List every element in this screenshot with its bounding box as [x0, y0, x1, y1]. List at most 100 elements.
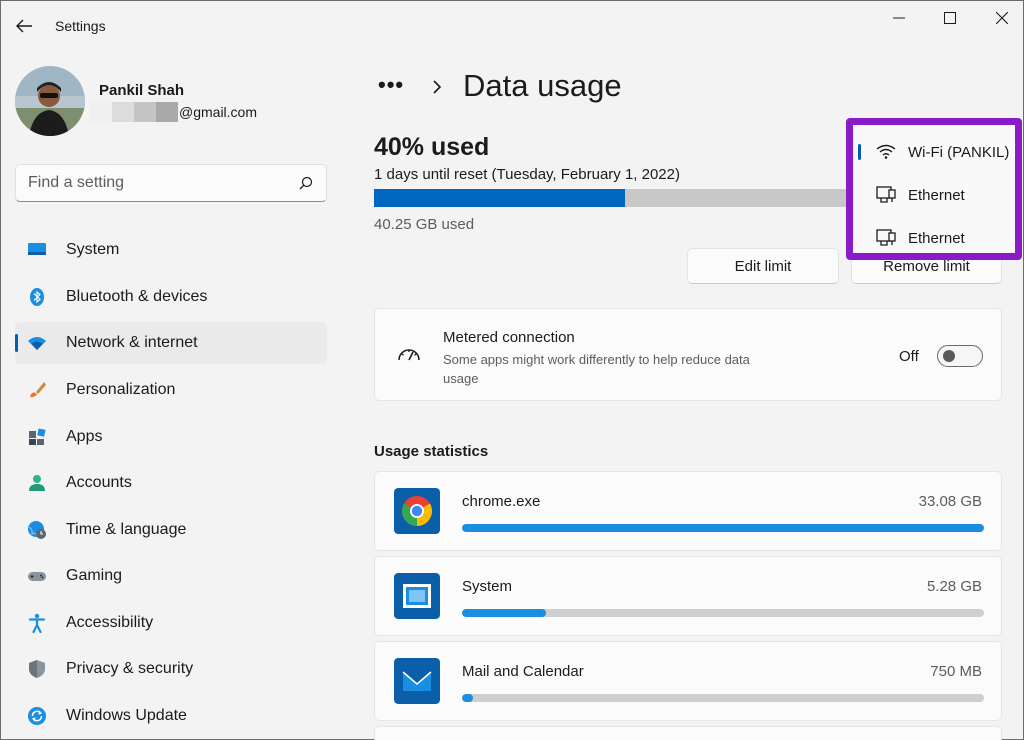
usage-progress-fill — [374, 189, 626, 207]
avatar-photo — [15, 66, 85, 136]
page-title: Data usage — [463, 68, 622, 103]
user-email: @gmail.com — [90, 102, 257, 122]
title-bar: Settings — [0, 0, 1024, 48]
minimize-button[interactable] — [876, 4, 922, 32]
network-option-ethernet-1[interactable]: Ethernet — [853, 174, 1015, 216]
redaction-block — [134, 102, 156, 122]
app-usage-row-next[interactable] — [374, 726, 1002, 740]
search-box[interactable] — [15, 164, 327, 202]
sidebar-item-privacy-security[interactable]: Privacy & security — [15, 648, 327, 690]
sidebar-item-bluetooth[interactable]: Bluetooth & devices — [15, 276, 327, 318]
ethernet-icon — [876, 186, 896, 203]
metered-title: Metered connection — [443, 329, 575, 346]
network-option-label: Wi-Fi (PANKIL) — [908, 144, 1010, 161]
gb-used-text: 40.25 GB used — [374, 216, 475, 233]
network-option-label: Ethernet — [908, 187, 965, 204]
search-input[interactable] — [28, 165, 288, 201]
app-data-size: 5.28 GB — [926, 578, 982, 595]
apps-icon — [29, 428, 46, 445]
user-name: Pankil Shah — [99, 82, 185, 99]
user-email-domain: @gmail.com — [179, 104, 258, 120]
sidebar-item-label: Gaming — [66, 567, 123, 584]
app-usage-bar — [462, 609, 984, 617]
sidebar-item-gaming[interactable]: Gaming — [15, 555, 327, 597]
redaction-block — [156, 102, 178, 122]
accessibility-icon — [28, 613, 46, 633]
metered-connection-toggle[interactable] — [937, 345, 983, 367]
breadcrumb-more-button[interactable]: ••• — [378, 72, 404, 98]
sidebar-item-accessibility[interactable]: Accessibility — [15, 602, 327, 644]
globe-clock-icon — [28, 521, 46, 539]
back-button[interactable] — [12, 14, 36, 38]
app-name: Mail and Calendar — [462, 663, 584, 680]
network-option-label: Ethernet — [908, 230, 965, 247]
reset-date-text: 1 days until reset (Tuesday, February 1,… — [374, 166, 680, 183]
app-name: System — [462, 578, 513, 595]
minimize-icon — [893, 17, 905, 19]
update-icon — [28, 707, 46, 725]
sidebar-item-windows-update[interactable]: Windows Update — [15, 695, 327, 737]
sidebar-item-network[interactable]: Network & internet — [15, 322, 327, 364]
metered-connection-card: Metered connection Some apps might work … — [374, 308, 1002, 401]
app-usage-row-system[interactable]: System 5.28 GB — [374, 556, 1002, 636]
app-usage-bar-fill — [462, 524, 984, 532]
avatar[interactable] — [15, 66, 85, 136]
mail-icon — [394, 658, 440, 704]
sidebar-item-personalization[interactable]: Personalization — [15, 369, 327, 411]
sidebar-item-accounts[interactable]: Accounts — [15, 462, 327, 504]
edit-limit-button[interactable]: Edit limit — [687, 248, 839, 284]
sidebar-item-apps[interactable]: Apps — [15, 416, 327, 458]
gamepad-icon — [28, 572, 46, 581]
bluetooth-icon — [30, 288, 44, 306]
sidebar-item-label: Windows Update — [66, 707, 187, 724]
network-option-ethernet-2[interactable]: Ethernet — [853, 217, 1015, 259]
app-name: chrome.exe — [462, 493, 541, 510]
system-app-icon — [394, 573, 440, 619]
sidebar-item-label: Accounts — [66, 474, 132, 491]
app-usage-bar — [462, 694, 984, 702]
sidebar-item-label: Network & internet — [66, 334, 198, 351]
ethernet-icon — [876, 229, 896, 246]
selected-indicator — [858, 144, 861, 160]
app-data-size: 33.08 GB — [918, 493, 982, 510]
sidebar-item-label: Bluetooth & devices — [66, 288, 208, 305]
person-icon — [29, 475, 45, 491]
back-arrow-icon — [16, 19, 32, 33]
app-usage-bar-fill — [462, 609, 546, 617]
speedometer-icon — [398, 349, 420, 361]
sidebar-item-label: System — [66, 241, 120, 258]
app-data-size: 750 MB — [930, 663, 982, 680]
toggle-state-label: Off — [899, 348, 919, 365]
system-icon — [28, 243, 46, 255]
app-title: Settings — [55, 18, 106, 34]
sidebar-item-label: Apps — [66, 428, 103, 445]
chevron-right-icon — [433, 80, 442, 94]
app-usage-bar-fill — [462, 694, 474, 702]
close-icon — [996, 12, 1008, 24]
sidebar-item-time-language[interactable]: Time & language — [15, 509, 327, 551]
usage-statistics-heading: Usage statistics — [374, 443, 489, 460]
toggle-knob — [943, 350, 955, 362]
shield-icon — [29, 660, 45, 678]
chrome-icon — [394, 488, 440, 534]
metered-description: Some apps might work differently to help… — [443, 352, 750, 386]
usage-percent: 40% used — [374, 133, 490, 161]
app-usage-row-chrome[interactable]: chrome.exe 33.08 GB — [374, 471, 1002, 551]
sidebar-item-label: Personalization — [66, 381, 176, 398]
maximize-button[interactable] — [927, 4, 973, 32]
brush-icon — [30, 382, 46, 398]
sidebar-item-system[interactable]: System — [15, 229, 327, 271]
sidebar-item-label: Privacy & security — [66, 660, 194, 677]
redaction-block — [112, 102, 134, 122]
network-option-wifi[interactable]: Wi-Fi (PANKIL) — [853, 131, 1015, 173]
network-selector-menu: Wi-Fi (PANKIL) Ethernet Ethernet — [846, 118, 1022, 260]
wifi-icon — [876, 144, 896, 159]
close-button[interactable] — [979, 4, 1024, 32]
redaction-block — [90, 102, 112, 122]
sidebar-item-label: Time & language — [66, 521, 187, 538]
app-usage-row-mail[interactable]: Mail and Calendar 750 MB — [374, 641, 1002, 721]
search-icon[interactable] — [297, 175, 315, 193]
maximize-icon — [944, 12, 956, 24]
wifi-icon — [28, 337, 46, 350]
app-usage-bar — [462, 524, 984, 532]
